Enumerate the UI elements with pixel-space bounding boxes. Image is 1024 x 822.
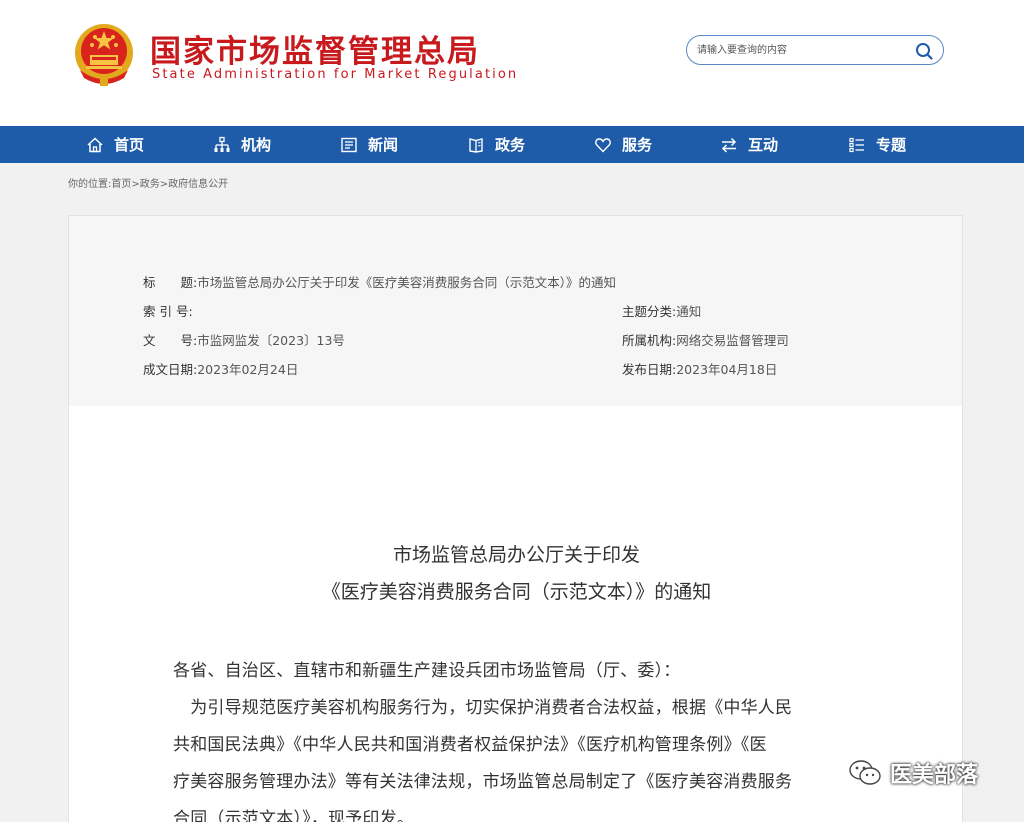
nav-item-news[interactable]: 新闻 xyxy=(340,126,398,163)
list-icon xyxy=(849,137,864,152)
nav-label-government-affairs: 政务 xyxy=(495,136,526,154)
meta-docno-row: 文 号:市监网监发〔2023〕13号 xyxy=(143,330,345,349)
meta-index-row: 索 引 号: xyxy=(143,301,193,320)
nav-item-interaction[interactable]: 互动 xyxy=(720,126,778,163)
meta-published-label: 发布日期: xyxy=(622,362,677,377)
site-header: 国家市场监督管理总局 State Administration for Mark… xyxy=(0,0,1024,126)
site-logo-subtitle: State Administration for Market Regulati… xyxy=(152,67,519,82)
doc-paragraph-line: 共和国民法典》《中华人民共和国消费者权益保护法》《医疗机构管理条例》《医 xyxy=(173,735,767,755)
nav-item-institutions[interactable]: 机构 xyxy=(213,126,271,163)
doc-paragraph-line: 为引导规范医疗美容机构服务行为，切实保护消费者合法权益，根据《中华人民 xyxy=(173,698,793,718)
breadcrumb[interactable]: 你的位置:首页>政务>政府信息公开 xyxy=(68,175,228,190)
nav-label-news: 新闻 xyxy=(368,136,399,154)
exchange-icon xyxy=(721,137,737,153)
meta-topic-value: 通知 xyxy=(676,304,702,319)
doc-paragraph-line: 疗美容服务管理办法》等有关法律法规，市场监管总局制定了《医疗美容消费服务 xyxy=(173,772,793,792)
nav-item-home[interactable]: 首页 xyxy=(86,126,144,163)
national-emblem-icon[interactable] xyxy=(72,22,136,88)
meta-created-label: 成文日期: xyxy=(143,362,198,377)
meta-dept-row: 所属机构:网络交易监督管理司 xyxy=(622,330,789,349)
nav-item-government-affairs[interactable]: 政务 xyxy=(467,126,525,163)
meta-index-label: 索 引 号: xyxy=(143,304,193,319)
meta-published-value: 2023年04月18日 xyxy=(676,362,778,377)
search-box xyxy=(686,35,944,65)
news-icon xyxy=(341,137,357,152)
meta-published-row: 发布日期:2023年04月18日 xyxy=(622,359,777,378)
meta-dept-value: 网络交易监督管理司 xyxy=(676,333,789,348)
meta-topic-label: 主题分类: xyxy=(622,304,677,319)
meta-docno-value: 市监网监发〔2023〕13号 xyxy=(197,333,345,348)
doc-paragraph-line: 各省、自治区、直辖市和新疆生产建设兵团市场监管局（厅、委）： xyxy=(173,661,681,681)
book-icon xyxy=(469,137,483,153)
nav-label-home: 首页 xyxy=(114,136,145,154)
nav-item-topics[interactable]: 专题 xyxy=(848,126,906,163)
watermark: 医美部落 xyxy=(848,757,978,789)
document-metadata-panel: 标 题:市场监管总局办公厅关于印发《医疗美容消费服务合同（示范文本）》的通知 索… xyxy=(68,215,963,407)
meta-created-value: 2023年02月24日 xyxy=(197,362,299,377)
nav-item-services[interactable]: 服务 xyxy=(594,126,652,163)
document-body: 市场监管总局办公厅关于印发 《医疗美容消费服务合同（示范文本）》的通知 各省、自… xyxy=(68,406,963,822)
watermark-text: 医美部落 xyxy=(890,763,979,788)
meta-title-value: 市场监管总局办公厅关于印发《医疗美容消费服务合同（示范文本）》的通知 xyxy=(197,275,616,290)
nav-label-services: 服务 xyxy=(622,136,653,154)
wechat-icon xyxy=(849,760,881,785)
site-logo-title[interactable]: 国家市场监督管理总局 xyxy=(150,26,480,71)
nav-label-topics: 专题 xyxy=(876,136,907,154)
meta-title-label: 标 题: xyxy=(143,275,198,290)
org-chart-icon xyxy=(214,136,230,152)
search-input[interactable] xyxy=(697,40,907,60)
meta-title-row: 标 题:市场监管总局办公厅关于印发《医疗美容消费服务合同（示范文本）》的通知 xyxy=(143,272,616,291)
doc-title-line-2: 《医疗美容消费服务合同（示范文本）》的通知 xyxy=(321,581,712,603)
doc-paragraph-line: 合同（示范文本）》，现予印发。 xyxy=(173,809,414,822)
home-icon xyxy=(87,136,103,152)
search-icon[interactable] xyxy=(915,42,933,60)
meta-topic-row: 主题分类:通知 xyxy=(622,301,701,320)
nav-label-interaction: 互动 xyxy=(748,136,779,154)
heart-icon xyxy=(595,137,611,153)
meta-docno-label: 文 号: xyxy=(143,333,198,348)
meta-created-row: 成文日期:2023年02月24日 xyxy=(143,359,298,378)
main-nav: 首页 机构 新闻 政务 服务 互动 专题 xyxy=(0,126,1024,163)
doc-title-line-1: 市场监管总局办公厅关于印发 xyxy=(392,544,640,566)
meta-dept-label: 所属机构: xyxy=(622,333,677,348)
nav-label-institutions: 机构 xyxy=(241,136,272,154)
